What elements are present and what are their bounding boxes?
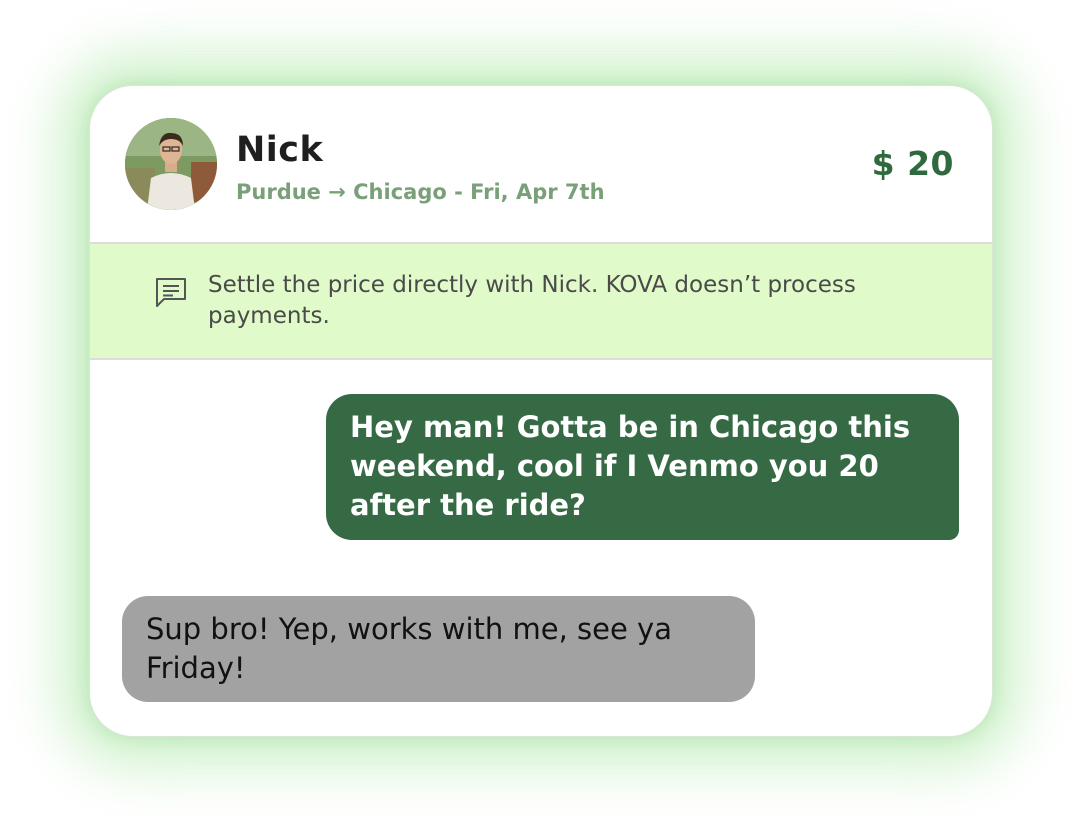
payment-notice: Settle the price directly with Nick. KOV… bbox=[90, 244, 992, 360]
ride-price: $ 20 bbox=[871, 144, 954, 183]
driver-name: Nick bbox=[236, 130, 324, 170]
chat-header: Nick Purdue → Chicago - Fri, Apr 7th $ 2… bbox=[90, 86, 992, 244]
message-icon bbox=[156, 278, 186, 307]
notice-text: Settle the price directly with Nick. KOV… bbox=[208, 272, 856, 329]
avatar[interactable] bbox=[125, 118, 217, 210]
ride-route: Purdue → Chicago - Fri, Apr 7th bbox=[236, 180, 605, 204]
avatar-photo bbox=[125, 118, 217, 210]
ride-chat-card: Nick Purdue → Chicago - Fri, Apr 7th $ 2… bbox=[89, 85, 993, 737]
received-message-bubble[interactable]: Sup bro! Yep, works with me, see ya Frid… bbox=[122, 596, 755, 702]
sent-message-bubble[interactable]: Hey man! Gotta be in Chicago this weeken… bbox=[326, 394, 959, 540]
